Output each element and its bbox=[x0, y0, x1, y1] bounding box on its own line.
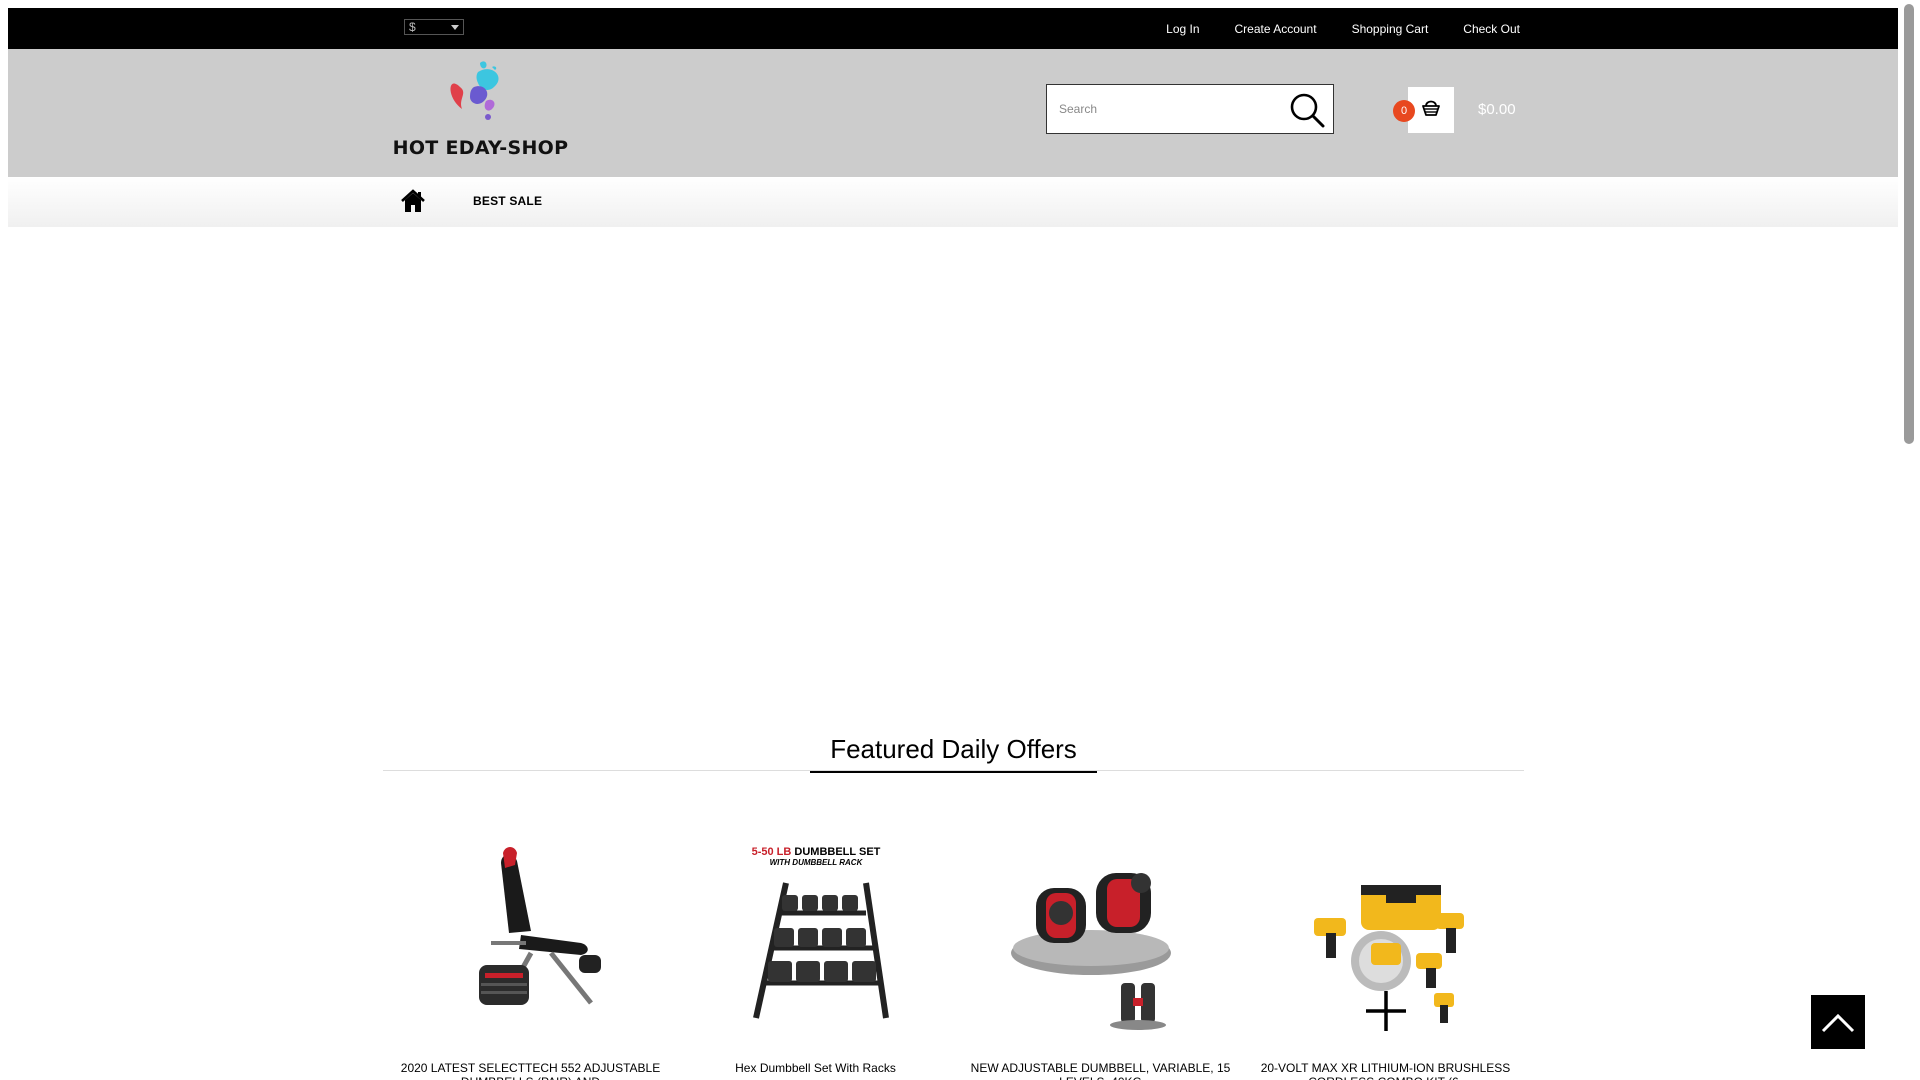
page: $ Log In Create Account Shopping Cart Ch… bbox=[8, 8, 1898, 1080]
account-links: Log In Create Account Shopping Cart Chec… bbox=[1131, 8, 1520, 49]
create-account-link[interactable]: Create Account bbox=[1235, 22, 1317, 36]
product-card[interactable]: 20-VOLT MAX XR LITHIUM-ION BRUSHLESS COR… bbox=[1243, 843, 1528, 1080]
top-bar: $ Log In Create Account Shopping Cart Ch… bbox=[8, 8, 1898, 49]
product-card[interactable]: 5-50 LB DUMBBELL SET WITH DUMBBELL RACK … bbox=[673, 843, 958, 1080]
search-box bbox=[1046, 84, 1334, 134]
search-button[interactable] bbox=[1289, 92, 1325, 128]
product-grid: 2020 LATEST SELECTTECH 552 ADJUSTABLE DU… bbox=[388, 843, 1528, 1080]
product-name[interactable]: 2020 LATEST SELECTTECH 552 ADJUSTABLE DU… bbox=[388, 1061, 673, 1080]
currency-select[interactable]: $ bbox=[404, 19, 464, 35]
nav-item-best-sale[interactable]: BEST SALE bbox=[473, 194, 542, 208]
login-link[interactable]: Log In bbox=[1166, 22, 1199, 36]
checkout-link[interactable]: Check Out bbox=[1463, 22, 1520, 36]
home-icon bbox=[401, 189, 425, 212]
product-name[interactable]: NEW ADJUSTABLE DUMBBELL, VARIABLE, 15 LE… bbox=[958, 1061, 1243, 1080]
currency-value: $ bbox=[409, 20, 416, 34]
home-link[interactable] bbox=[400, 188, 426, 214]
header: HOT EDAY-SHOP 0 $0.00 bbox=[8, 49, 1898, 177]
product-image[interactable] bbox=[1286, 843, 1486, 1033]
product-image[interactable] bbox=[431, 843, 631, 1033]
product-image-label: 5-50 LB DUMBBELL SET bbox=[751, 846, 880, 858]
product-card[interactable]: 2020 LATEST SELECTTECH 552 ADJUSTABLE DU… bbox=[388, 843, 673, 1080]
scrollbar-thumb[interactable] bbox=[1904, 4, 1914, 444]
search-icon bbox=[1290, 93, 1325, 128]
main-nav: BEST SALE bbox=[8, 177, 1898, 227]
product-image[interactable] bbox=[1001, 843, 1201, 1033]
product-image[interactable]: 5-50 LB DUMBBELL SET WITH DUMBBELL RACK bbox=[716, 843, 916, 1033]
shopping-cart-link[interactable]: Shopping Cart bbox=[1352, 22, 1429, 36]
back-to-top-button[interactable] bbox=[1811, 995, 1865, 1049]
product-card[interactable]: NEW ADJUSTABLE DUMBBELL, VARIABLE, 15 LE… bbox=[958, 843, 1243, 1080]
featured-title: Featured Daily Offers bbox=[810, 734, 1097, 773]
cart-total[interactable]: $0.00 bbox=[1478, 101, 1516, 118]
product-name[interactable]: 20-VOLT MAX XR LITHIUM-ION BRUSHLESS COR… bbox=[1243, 1061, 1528, 1080]
logo-text: HOT EDAY-SHOP bbox=[392, 137, 569, 159]
logo-mark-icon bbox=[450, 61, 499, 120]
svg-text:WITH DUMBBELL RACK: WITH DUMBBELL RACK bbox=[769, 858, 863, 867]
chevron-down-icon bbox=[451, 25, 459, 30]
product-name[interactable]: Hex Dumbbell Set With Racks bbox=[673, 1061, 958, 1075]
arrow-up-icon bbox=[1821, 1013, 1855, 1033]
page-scrollbar[interactable] bbox=[1898, 0, 1920, 1080]
logo[interactable]: HOT EDAY-SHOP bbox=[388, 57, 573, 161]
search-input[interactable] bbox=[1059, 99, 1279, 119]
cart-count-badge: 0 bbox=[1393, 100, 1415, 122]
